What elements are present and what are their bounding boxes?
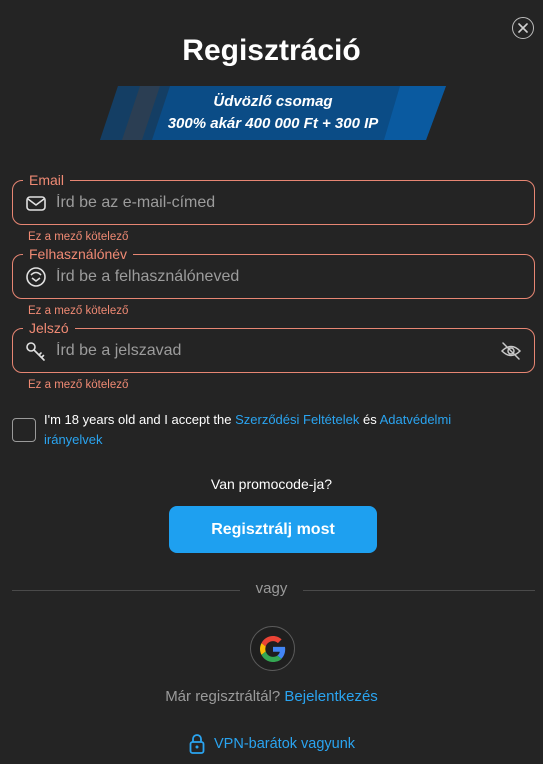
email-error: Ez a mező kötelező bbox=[28, 231, 129, 243]
banner-title: Üdvözlő csomag bbox=[213, 93, 333, 110]
key-icon bbox=[26, 342, 45, 361]
login-prompt: Már regisztráltál? Bejelentkezés bbox=[0, 688, 543, 705]
user-icon bbox=[26, 267, 46, 287]
vpn-label: VPN-barátok vagyunk bbox=[214, 736, 356, 752]
email-input[interactable] bbox=[56, 181, 476, 224]
page-title: Regisztráció bbox=[182, 34, 361, 67]
promocode-toggle[interactable]: Van promocode-ja? bbox=[0, 476, 543, 492]
username-input[interactable] bbox=[56, 255, 476, 298]
or-separator: vagy bbox=[255, 580, 288, 597]
login-question: Már regisztráltál? bbox=[165, 688, 281, 705]
password-field[interactable]: Jelszó bbox=[12, 319, 535, 373]
vpn-link[interactable]: VPN-barátok vagyunk bbox=[189, 734, 355, 754]
terms-checkbox[interactable] bbox=[12, 418, 36, 442]
banner-offer: 300% akár 400 000 Ft + 300 IP bbox=[167, 115, 379, 132]
terms-conjunction: és bbox=[359, 412, 380, 427]
password-input[interactable] bbox=[56, 329, 476, 372]
email-field[interactable]: Email bbox=[12, 171, 535, 225]
lock-icon bbox=[189, 734, 205, 754]
username-field[interactable]: Felhasználónév bbox=[12, 245, 535, 299]
terms-link[interactable]: Szerződési Feltételek bbox=[235, 412, 359, 427]
welcome-banner: Üdvözlő csomag 300% akár 400 000 Ft + 30… bbox=[100, 86, 446, 140]
close-icon bbox=[518, 23, 528, 33]
password-error: Ez a mező kötelező bbox=[28, 379, 129, 391]
google-login-button[interactable] bbox=[250, 626, 295, 671]
terms-prefix: I'm 18 years old and I accept the bbox=[44, 412, 236, 427]
login-link[interactable]: Bejelentkezés bbox=[284, 688, 377, 705]
envelope-icon bbox=[26, 196, 46, 211]
terms-text: I'm 18 years old and I accept the Szerző… bbox=[44, 410, 504, 450]
register-button[interactable]: Regisztrálj most bbox=[169, 506, 377, 553]
divider-right bbox=[303, 590, 535, 591]
google-icon bbox=[259, 635, 285, 662]
username-error: Ez a mező kötelező bbox=[28, 305, 129, 317]
eye-off-icon[interactable] bbox=[500, 341, 522, 361]
